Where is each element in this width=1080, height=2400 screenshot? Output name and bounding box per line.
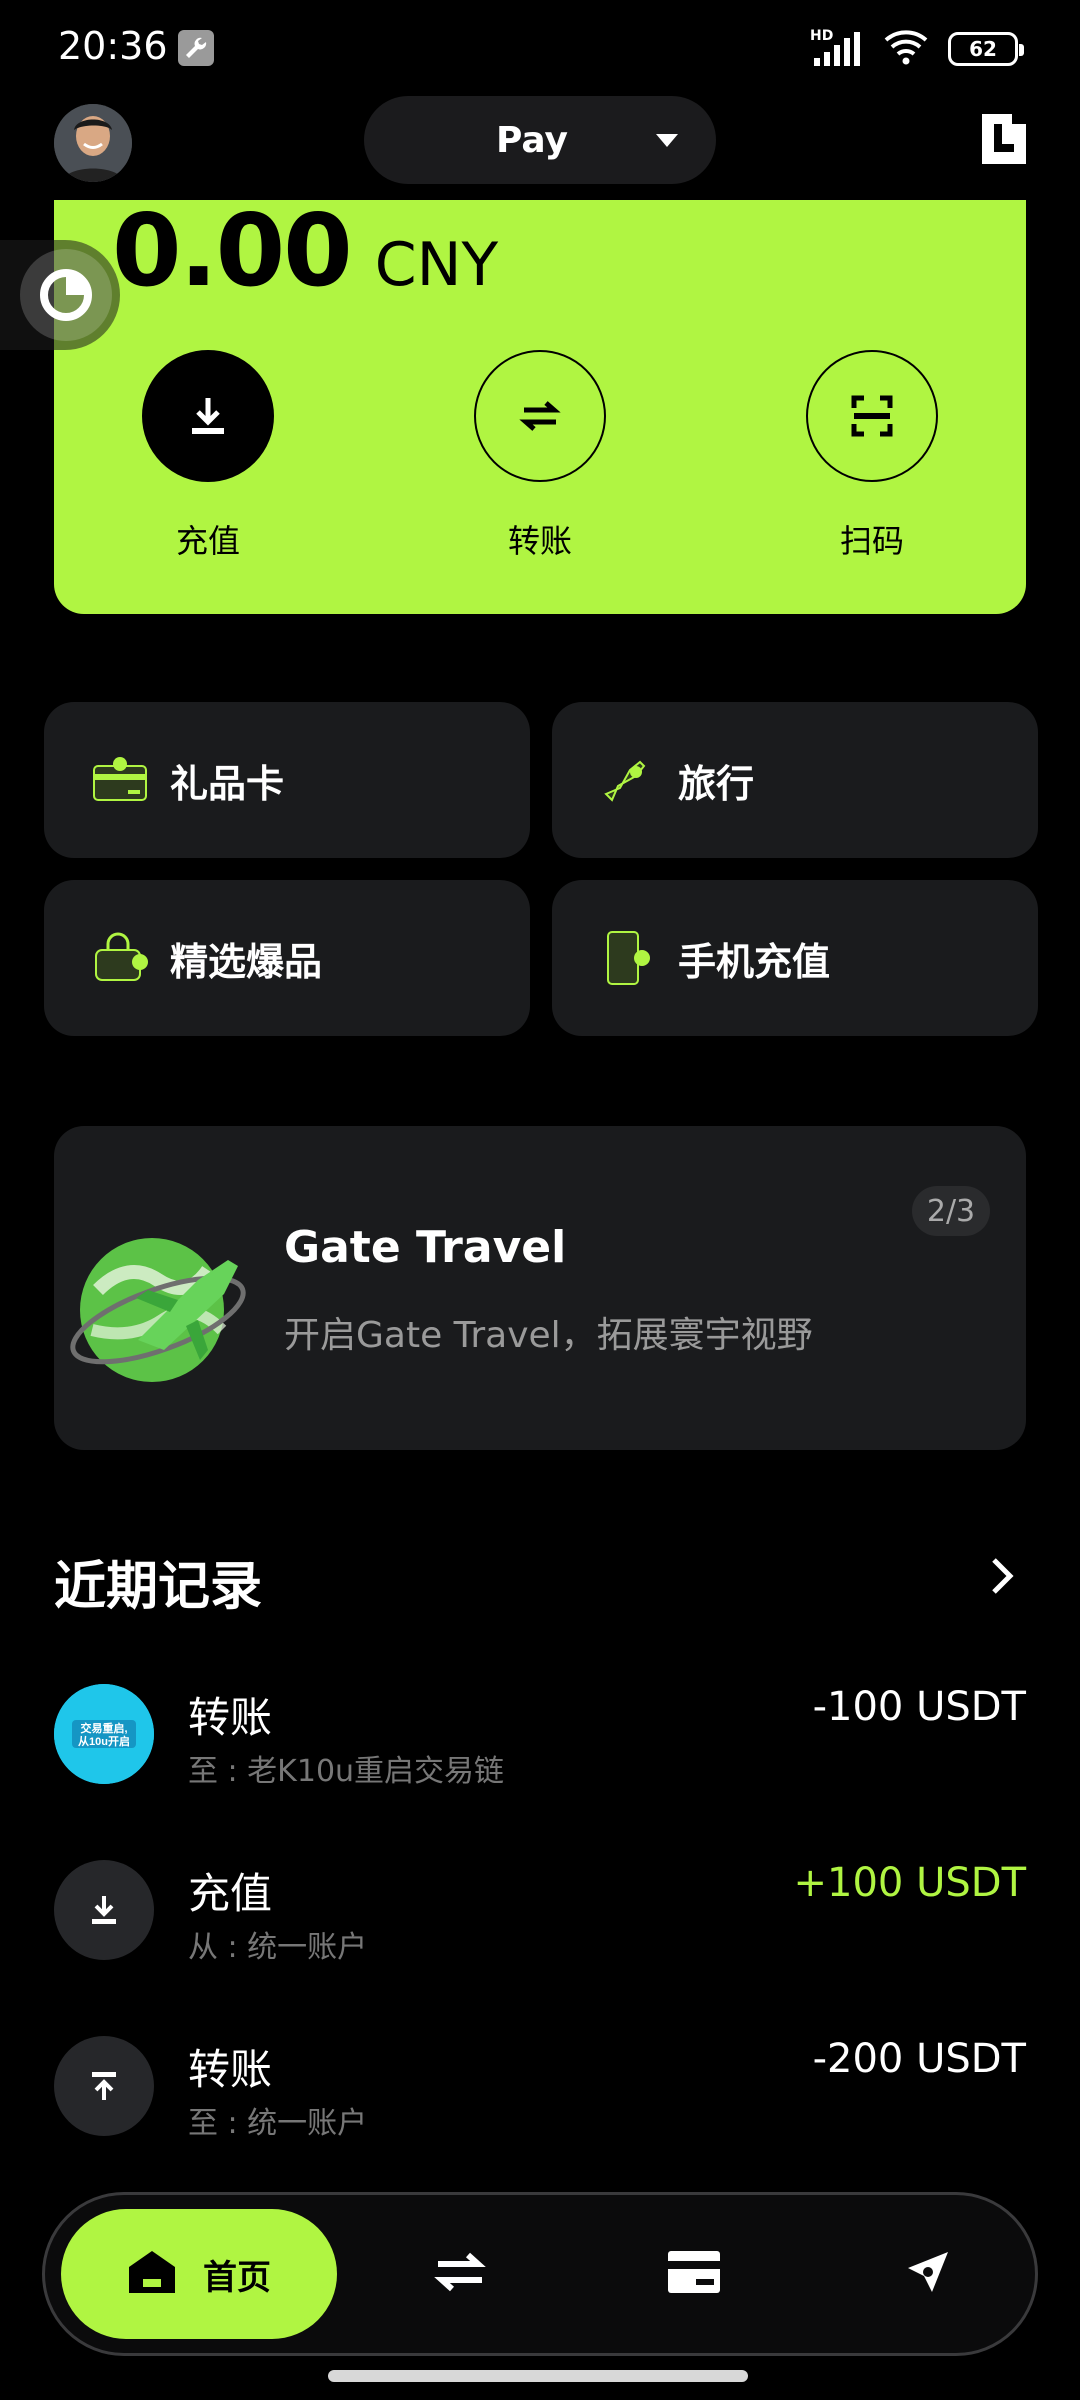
bottom-nav: 首页 <box>42 2192 1038 2356</box>
brand-logo-icon[interactable] <box>982 114 1026 164</box>
record-name: 充值 <box>188 1869 273 1918</box>
mobile-topup-label: 手机充值 <box>678 939 831 984</box>
record-detail: 至 : 统一账户 <box>188 2106 368 2141</box>
status-bar: 20:36 HD 62 <box>0 0 1080 96</box>
scan-icon <box>806 350 938 482</box>
featured-products-label: 精选爆品 <box>170 939 323 984</box>
wrench-icon <box>178 30 214 66</box>
nav-discover-tab[interactable] <box>893 2239 963 2309</box>
svg-text:交易重启,: 交易重启, <box>80 1721 127 1735</box>
transfer-label: 转账 <box>507 522 572 560</box>
record-detail: 至 : 老K10u重启交易链 <box>188 1754 505 1789</box>
download-icon <box>54 1860 154 1960</box>
shopping-bag-icon <box>90 928 150 988</box>
deposit-label: 充值 <box>175 522 240 560</box>
wifi-icon <box>882 28 930 70</box>
record-item[interactable]: 交易重启, 从10u开启 转账 至 : 老K10u重启交易链 -100 USDT <box>54 1684 1026 1794</box>
mobile-topup-tile[interactable]: 手机充值 <box>552 880 1038 1036</box>
banner-subtitle: 开启Gate Travel，拓展寰宇视野 <box>284 1315 813 1356</box>
transfer-icon <box>474 350 606 482</box>
records-title: 近期记录 <box>54 1557 263 1617</box>
travel-label: 旅行 <box>678 761 755 806</box>
travel-tile[interactable]: 旅行 <box>552 702 1038 858</box>
avatar[interactable] <box>54 104 132 182</box>
banner-title: Gate Travel <box>284 1222 567 1273</box>
record-amount: +100 USDT <box>793 1860 1026 1906</box>
scan-action[interactable]: 扫码 <box>806 350 938 562</box>
record-item[interactable]: 充值 从 : 统一账户 +100 USDT <box>54 1860 1026 1970</box>
record-amount: -200 USDT <box>812 2036 1026 2082</box>
home-indicator[interactable] <box>328 2370 748 2382</box>
home-icon <box>127 2249 177 2299</box>
banner-page-indicator: 2/3 <box>912 1186 990 1236</box>
download-icon <box>142 350 274 482</box>
balance-display: 0.00 CNY <box>112 192 498 309</box>
balance-amount: 0.00 <box>112 192 353 309</box>
mode-switch-dropdown[interactable]: Pay <box>364 96 716 184</box>
scan-label: 扫码 <box>839 522 904 560</box>
cell-signal-icon: HD <box>810 28 864 68</box>
promo-banner[interactable]: 2/3 Gate Travel 开启Gate Travel，拓展寰宇视野 <box>54 1126 1026 1450</box>
nav-transfer-tab[interactable] <box>425 2239 495 2309</box>
gift-card-icon <box>90 750 150 810</box>
record-amount: -100 USDT <box>812 1684 1026 1730</box>
deposit-action[interactable]: 充值 <box>142 350 274 562</box>
nav-home-tab[interactable]: 首页 <box>61 2209 337 2339</box>
battery-icon: 62 <box>948 32 1024 66</box>
balance-currency: CNY <box>374 230 499 300</box>
gift-card-tile[interactable]: 礼品卡 <box>44 702 530 858</box>
featured-products-tile[interactable]: 精选爆品 <box>44 880 530 1036</box>
mode-switch-label: Pay <box>495 119 569 161</box>
record-name: 转账 <box>188 2045 273 2094</box>
balance-card: 0.00 CNY 充值 转账 扫码 <box>54 192 1026 614</box>
upload-icon <box>54 2036 154 2136</box>
phone-icon <box>598 928 658 988</box>
svg-text:从10u开启: 从10u开启 <box>78 1734 130 1748</box>
floating-widget[interactable] <box>0 240 120 350</box>
pie-chart-icon <box>20 249 112 341</box>
globe-plane-icon <box>68 1210 268 1400</box>
record-name: 转账 <box>188 1693 273 1742</box>
nav-home-label: 首页 <box>203 2257 271 2298</box>
promo-avatar: 交易重启, 从10u开启 <box>54 1684 154 1784</box>
chevron-down-icon <box>656 134 678 147</box>
compass-icon <box>902 2246 954 2302</box>
gift-card-label: 礼品卡 <box>170 761 285 806</box>
plane-icon <box>598 750 658 810</box>
record-item[interactable]: 转账 至 : 统一账户 -200 USDT <box>54 2036 1026 2146</box>
chevron-right-icon[interactable] <box>990 1556 1016 1596</box>
nav-card-tab[interactable] <box>659 2239 729 2309</box>
status-time: 20:36 <box>58 24 168 68</box>
transfer-action[interactable]: 转账 <box>474 350 606 562</box>
record-detail: 从 : 统一账户 <box>188 1930 368 1965</box>
card-icon <box>666 2249 722 2299</box>
transfer-icon <box>434 2250 486 2298</box>
